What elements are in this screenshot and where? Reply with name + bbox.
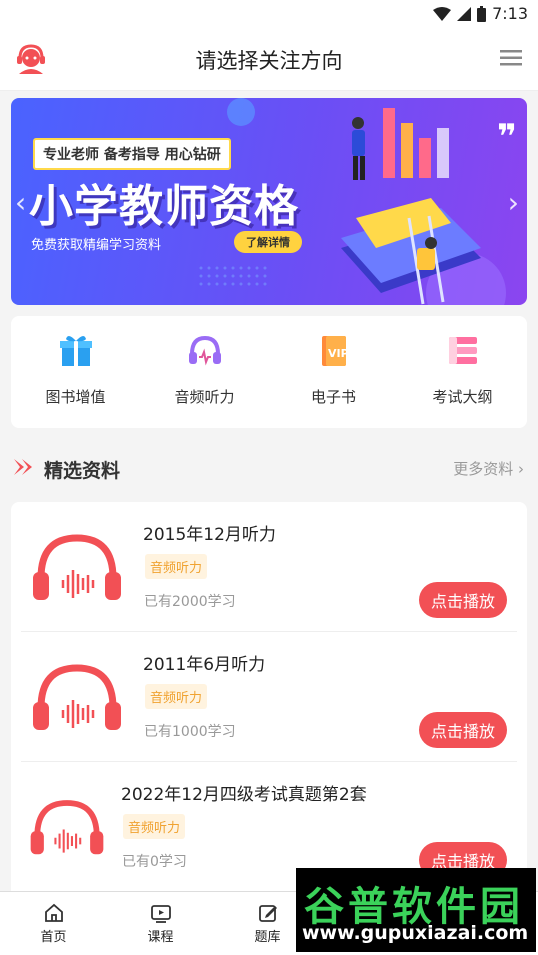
gift-box-icon: [59, 335, 92, 366]
material-title: 2022年12月四级考试真题第2套: [121, 785, 367, 805]
category-badge: 音频听力: [123, 814, 186, 839]
quick-link-ebook[interactable]: VIP 电子书: [269, 316, 398, 428]
headphones-icon: [33, 534, 121, 600]
edit-icon: [258, 905, 277, 922]
learn-more-button[interactable]: 了解详情: [234, 231, 302, 253]
play-button[interactable]: 点击播放: [418, 712, 507, 748]
tab-label: 题库: [254, 930, 281, 945]
chevron-right-icon: ›: [518, 460, 524, 478]
banner-tag: 专业老师 备考指导 用心钻研: [33, 138, 231, 170]
headphones-icon: [33, 664, 121, 730]
quick-links: 图书增值 音频听力 VIP 电子书 考试大纲: [11, 316, 527, 428]
chevron-right-icon[interactable]: ›: [508, 186, 519, 219]
play-button[interactable]: 点击播放: [418, 582, 507, 618]
learner-count: 已有2000学习: [144, 594, 236, 610]
category-badge: 音频听力: [145, 684, 208, 709]
quote-icon: ❞: [497, 117, 517, 157]
svg-text:VIP: VIP: [328, 347, 349, 360]
promo-banner[interactable]: ❞ 专业老师 备考指导 用心钻研 小学教师资格 免费获取精编学习资料 了解详情 …: [11, 98, 527, 305]
site-watermark: 谷普软件园 www.gupuxiazai.com: [296, 868, 536, 952]
material-title: 2011年6月听力: [143, 655, 266, 675]
tab-courses[interactable]: 课程: [107, 892, 214, 955]
tab-label: 课程: [147, 930, 174, 945]
menu-icon[interactable]: [500, 50, 522, 66]
learner-count: 已有1000学习: [144, 724, 236, 740]
status-bar: 7:13: [0, 0, 538, 28]
category-badge: 音频听力: [145, 554, 208, 579]
banner-headline: 小学教师资格: [29, 181, 299, 232]
tab-home[interactable]: 首页: [0, 892, 107, 955]
featured-section-header: 精选资料 更多资料 ›: [0, 448, 538, 488]
home-icon: [44, 903, 63, 922]
quick-link-label: 考试大纲: [432, 388, 493, 406]
watermark-url: www.gupuxiazai.com: [302, 922, 529, 944]
list-item[interactable]: 2015年12月听力 音频听力 已有2000学习 点击播放: [11, 502, 527, 632]
material-title: 2015年12月听力: [143, 525, 276, 545]
section-marker-icon: [14, 459, 32, 475]
more-materials-link[interactable]: 更多资料 ›: [453, 458, 524, 479]
quick-link-outline[interactable]: 考试大纲: [398, 316, 527, 428]
learner-count: 已有0学习: [122, 854, 187, 870]
quick-link-label: 图书增值: [45, 388, 106, 406]
quick-link-label: 电子书: [310, 388, 356, 406]
vip-book-icon: VIP: [321, 336, 349, 366]
battery-icon: [477, 5, 487, 22]
tab-label: 首页: [40, 930, 67, 945]
app-header: 请选择关注方向: [0, 28, 538, 91]
section-title: 精选资料: [44, 460, 121, 482]
signal-icon: [457, 6, 472, 21]
page-title[interactable]: 请选择关注方向: [0, 45, 538, 75]
headphones-icon: [188, 335, 221, 366]
materials-list: 2015年12月听力 音频听力 已有2000学习 点击播放 2011年6月听力 …: [11, 502, 527, 902]
video-icon: [150, 905, 171, 923]
status-icons: 7:13: [433, 4, 528, 23]
quick-link-label: 音频听力: [174, 388, 235, 406]
banner-subtitle: 免费获取精编学习资料: [31, 238, 162, 253]
wifi-icon: [433, 6, 452, 21]
status-time: 7:13: [492, 4, 528, 23]
quick-link-audio[interactable]: 音频听力: [140, 316, 269, 428]
chevron-left-icon[interactable]: ‹: [15, 186, 26, 219]
more-label: 更多资料: [453, 460, 514, 478]
headphones-icon: [30, 800, 104, 855]
outline-list-icon: [448, 337, 477, 364]
list-item[interactable]: 2011年6月听力 音频听力 已有1000学习 点击播放: [11, 632, 527, 762]
quick-link-book-bonus[interactable]: 图书增值: [11, 316, 140, 428]
